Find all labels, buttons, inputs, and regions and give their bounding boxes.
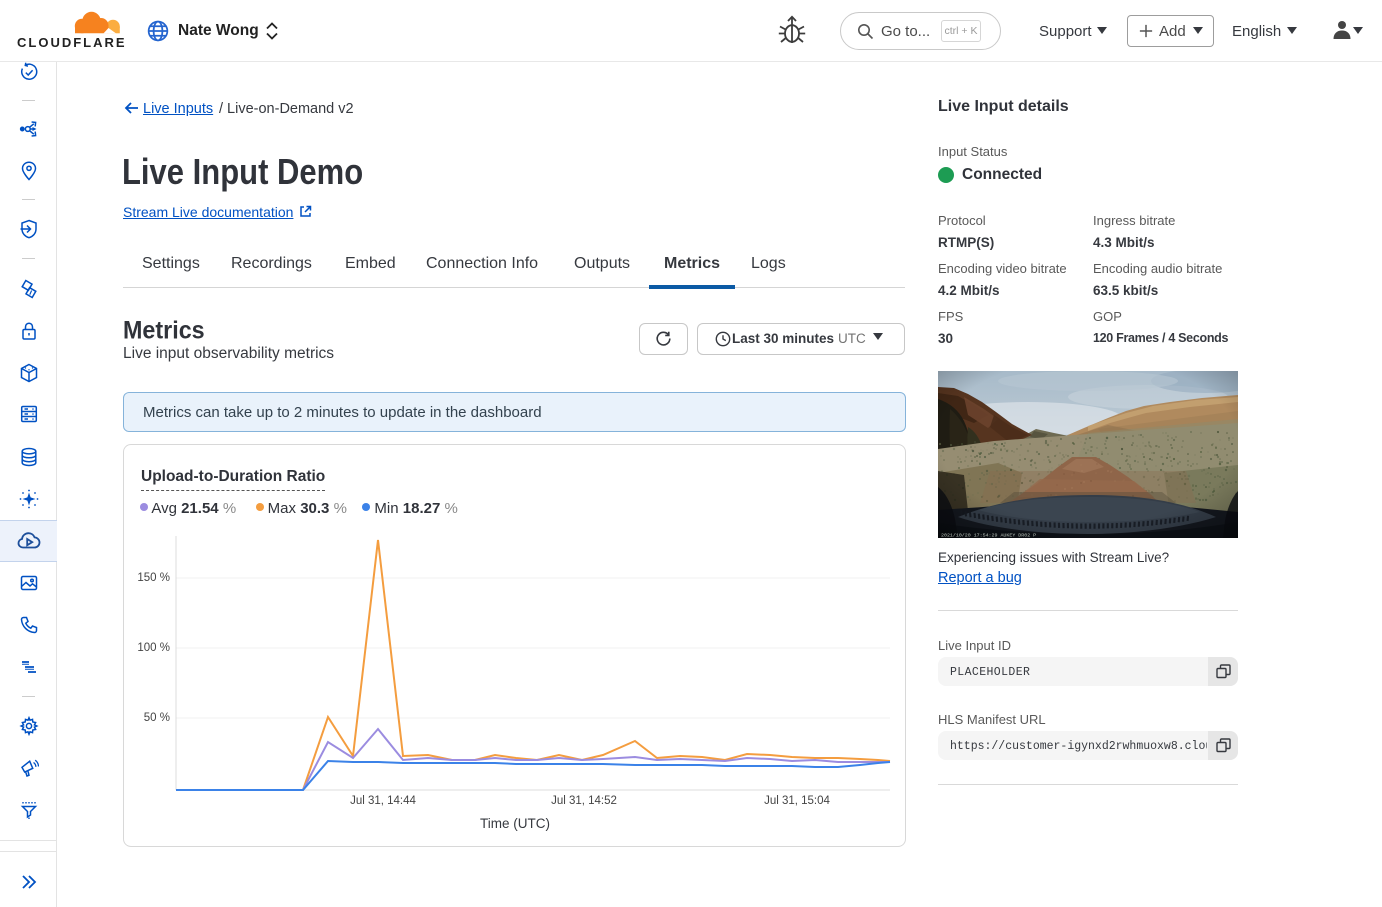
svg-text:Jul 31, 14:52: Jul 31, 14:52: [551, 795, 617, 807]
svg-text:150 %: 150 %: [137, 572, 170, 584]
svg-text:100 %: 100 %: [137, 642, 170, 654]
svg-text:Jul 31, 15:04: Jul 31, 15:04: [764, 795, 830, 807]
svg-text:Time (UTC): Time (UTC): [480, 816, 550, 831]
svg-text:Jul 31, 14:44: Jul 31, 14:44: [350, 795, 416, 807]
svg-text:2021/10/20 17:54:29 AUKEY DR02: 2021/10/20 17:54:29 AUKEY DR02 P: [941, 533, 1036, 539]
svg-text:50 %: 50 %: [144, 712, 170, 724]
